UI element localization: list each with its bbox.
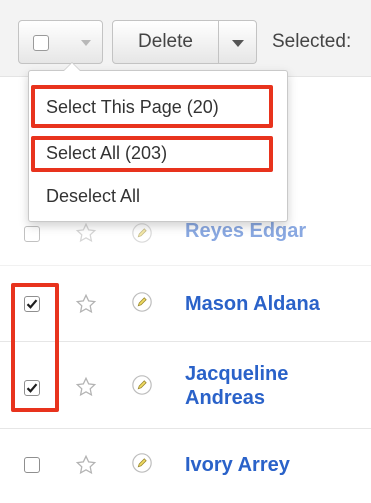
pencil-icon[interactable] [131, 222, 153, 244]
delete-button[interactable]: Delete [113, 21, 218, 63]
menu-item-select-this-page[interactable]: Select This Page (20) [46, 97, 219, 118]
selected-count-label: Selected: [272, 31, 352, 52]
pencil-icon[interactable] [131, 374, 153, 396]
menu-item-deselect-all[interactable]: Deselect All [46, 186, 140, 207]
record-name-link[interactable]: Jacqueline Andreas [185, 362, 288, 410]
record-name-line1: Jacqueline [185, 363, 289, 385]
select-checkbox-icon[interactable] [33, 35, 49, 51]
list-toolbar: Delete Selected: [0, 0, 371, 77]
select-dropdown-menu: Select This Page (20) Select All (203) D… [28, 62, 288, 222]
mass-select-button[interactable] [18, 20, 103, 64]
menu-item-select-all[interactable]: Select All (203) [46, 143, 167, 164]
star-icon[interactable] [75, 454, 97, 476]
chevron-down-icon[interactable] [81, 40, 91, 46]
row-checkbox[interactable] [24, 457, 40, 473]
button-divider [218, 21, 219, 63]
checkmark-icon [26, 383, 38, 393]
dropdown-pointer-inner [64, 63, 80, 71]
pencil-icon[interactable] [131, 291, 153, 313]
row-checkbox-checked[interactable] [24, 380, 40, 396]
delete-button-group: Delete [112, 20, 257, 64]
star-icon[interactable] [75, 293, 97, 315]
table-row: Ivory Arrey [0, 429, 371, 503]
table-row: Jacqueline Andreas [0, 342, 371, 429]
row-checkbox[interactable] [24, 226, 40, 242]
record-name-link[interactable]: Mason Aldana [185, 292, 320, 316]
star-icon[interactable] [75, 376, 97, 398]
table-row: Mason Aldana [0, 267, 371, 342]
record-name-link[interactable]: Reyes Edgar [185, 219, 306, 243]
record-name-link[interactable]: Ivory Arrey [185, 453, 290, 477]
star-icon[interactable] [75, 222, 97, 244]
checkmark-icon [26, 299, 38, 309]
actions-chevron-down-icon[interactable] [232, 40, 244, 47]
record-name-line2: Andreas [185, 387, 266, 409]
row-checkbox-checked[interactable] [24, 296, 40, 312]
pencil-icon[interactable] [131, 452, 153, 474]
